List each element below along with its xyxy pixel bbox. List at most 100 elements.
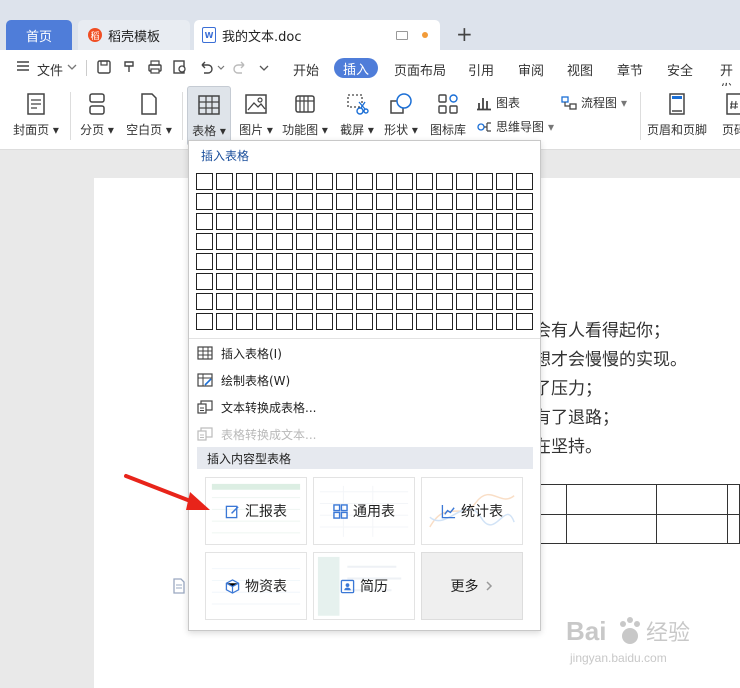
table-to-text-item[interactable]: 表格转换成文本... (197, 422, 533, 446)
page-break-button[interactable]: 分页 ▾ (78, 86, 116, 146)
table-grid-cell[interactable] (396, 253, 413, 270)
table-grid-cell[interactable] (276, 233, 293, 250)
insert-table-item[interactable]: 插入表格(I) (197, 341, 533, 365)
table-grid-cell[interactable] (196, 193, 213, 210)
flowchart-button[interactable]: 流程图 ▾ (561, 94, 627, 111)
table-grid-cell[interactable] (416, 213, 433, 230)
table-grid-cell[interactable] (296, 193, 313, 210)
table-grid-cell[interactable] (376, 253, 393, 270)
table-grid-cell[interactable] (236, 193, 253, 210)
shape-button[interactable]: 形状 ▾ (381, 86, 421, 146)
table-grid-cell[interactable] (396, 293, 413, 310)
table-grid-cell[interactable] (196, 273, 213, 290)
table-grid-cell[interactable] (456, 293, 473, 310)
menu-page-layout[interactable]: 页面布局 (394, 60, 446, 79)
table-grid-cell[interactable] (516, 173, 533, 190)
table-grid-cell[interactable] (436, 313, 453, 330)
table-grid-cell[interactable] (476, 273, 493, 290)
table-grid-cell[interactable] (216, 193, 233, 210)
table-grid-cell[interactable] (196, 173, 213, 190)
table-grid-cell[interactable] (436, 193, 453, 210)
table-grid-cell[interactable] (336, 293, 353, 310)
picture-button[interactable]: 图片 ▾ (236, 86, 276, 146)
table-grid-cell[interactable] (476, 253, 493, 270)
table-grid-cell[interactable] (296, 213, 313, 230)
table-grid-cell[interactable] (316, 173, 333, 190)
table-grid-cell[interactable] (336, 233, 353, 250)
menu-view[interactable]: 视图 (567, 60, 593, 79)
undo-icon[interactable] (198, 59, 214, 75)
menu-insert[interactable]: 插入 (334, 58, 378, 78)
statistics-table-card[interactable]: 统计表 (421, 477, 523, 545)
table-grid-cell[interactable] (336, 253, 353, 270)
materials-table-card[interactable]: 物资表 (205, 552, 307, 620)
table-grid-cell[interactable] (516, 313, 533, 330)
table-grid-cell[interactable] (296, 293, 313, 310)
table-grid-cell[interactable] (376, 173, 393, 190)
table-grid-cell[interactable] (236, 253, 253, 270)
table-grid-cell[interactable] (216, 253, 233, 270)
table-grid-cell[interactable] (296, 273, 313, 290)
table-grid-cell[interactable] (396, 313, 413, 330)
table-grid-cell[interactable] (416, 293, 433, 310)
table-grid-cell[interactable] (396, 273, 413, 290)
chart-button[interactable]: 图表 (476, 94, 520, 111)
menu-reference[interactable]: 引用 (468, 60, 494, 79)
table-grid-cell[interactable] (296, 253, 313, 270)
table-grid-cell[interactable] (296, 313, 313, 330)
table-grid-cell[interactable] (276, 293, 293, 310)
table-grid-cell[interactable] (316, 273, 333, 290)
file-dropdown-chevron-icon[interactable] (66, 59, 82, 75)
table-grid-cell[interactable] (436, 253, 453, 270)
table-grid-cell[interactable] (376, 273, 393, 290)
table-grid-cell[interactable] (516, 233, 533, 250)
table-grid-cell[interactable] (376, 233, 393, 250)
format-painter-icon[interactable] (122, 59, 138, 75)
table-grid-cell[interactable] (356, 273, 373, 290)
table-grid-cell[interactable] (256, 253, 273, 270)
table-grid-cell[interactable] (196, 253, 213, 270)
table-grid-cell[interactable] (516, 253, 533, 270)
table-grid-cell[interactable] (256, 213, 273, 230)
table-grid-cell[interactable] (256, 173, 273, 190)
table-grid-cell[interactable] (496, 193, 513, 210)
table-grid-cell[interactable] (196, 233, 213, 250)
table-grid-cell[interactable] (236, 293, 253, 310)
table-grid-cell[interactable] (416, 253, 433, 270)
table-grid-cell[interactable] (196, 293, 213, 310)
tab-home[interactable]: 首页 (6, 20, 72, 50)
table-grid-cell[interactable] (476, 193, 493, 210)
table-grid-cell[interactable] (376, 313, 393, 330)
table-grid-cell[interactable] (516, 273, 533, 290)
print-preview-icon[interactable] (172, 59, 188, 75)
table-grid-cell[interactable] (456, 313, 473, 330)
redo-icon[interactable] (232, 59, 248, 75)
table-grid-cell[interactable] (216, 313, 233, 330)
table-grid-cell[interactable] (396, 233, 413, 250)
table-grid-cell[interactable] (316, 213, 333, 230)
table-grid-cell[interactable] (236, 173, 253, 190)
table-grid-cell[interactable] (276, 313, 293, 330)
table-grid-cell[interactable] (276, 193, 293, 210)
table-grid-cell[interactable] (436, 173, 453, 190)
table-grid-cell[interactable] (236, 213, 253, 230)
table-grid-cell[interactable] (436, 293, 453, 310)
table-grid-cell[interactable] (296, 233, 313, 250)
table-grid-cell[interactable] (416, 173, 433, 190)
more-quick-access-icon[interactable] (258, 59, 274, 75)
table-grid-cell[interactable] (496, 253, 513, 270)
table-grid-cell[interactable] (296, 173, 313, 190)
table-grid-cell[interactable] (356, 213, 373, 230)
table-grid-cell[interactable] (356, 233, 373, 250)
table-grid-cell[interactable] (236, 273, 253, 290)
tab-document[interactable]: W 我的文本.doc (194, 20, 440, 50)
table-grid-cell[interactable] (496, 273, 513, 290)
table-grid-cell[interactable] (356, 293, 373, 310)
header-footer-button[interactable]: 页眉和页脚 (646, 86, 708, 146)
table-grid-cell[interactable] (356, 173, 373, 190)
table-grid-cell[interactable] (316, 193, 333, 210)
table-grid-cell[interactable] (336, 193, 353, 210)
menu-security[interactable]: 安全 (667, 60, 693, 79)
tab-templates[interactable]: 稻 稻壳模板 (78, 20, 190, 50)
page-number-button[interactable]: 页码 (714, 86, 740, 146)
